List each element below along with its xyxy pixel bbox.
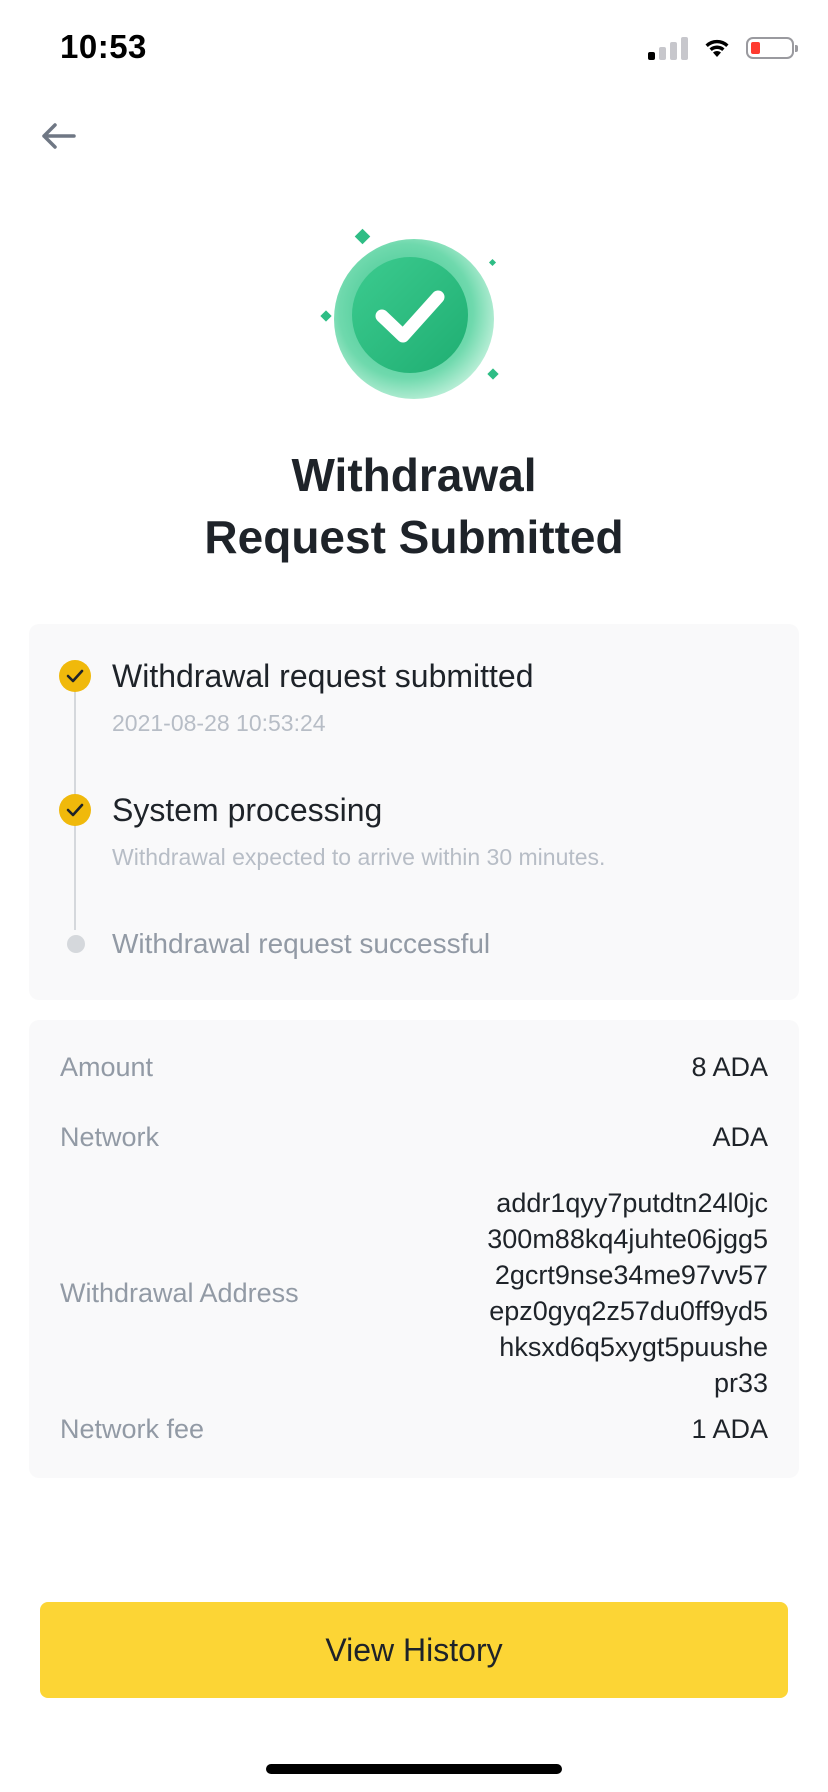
timeline-step-submitted: Withdrawal request submitted 2021-08-28 … xyxy=(112,656,779,737)
withdrawal-details: Amount 8 ADA Network ADA Withdrawal Addr… xyxy=(29,1020,799,1478)
step-timestamp: 2021-08-28 10:53:24 xyxy=(112,710,326,736)
status-bar: 10:53 xyxy=(0,0,828,100)
step-complete-icon xyxy=(59,660,91,692)
cellular-signal-icon xyxy=(648,36,688,60)
address-line: 300m88kq4juhte06jgg5 xyxy=(487,1224,768,1254)
timeline-step-processing: System processing Withdrawal expected to… xyxy=(112,790,779,871)
step-title: System processing xyxy=(112,792,383,828)
home-indicator[interactable] xyxy=(266,1764,562,1774)
address-value[interactable]: addr1qyy7putdtn24l0jc 300m88kq4juhte06jg… xyxy=(487,1185,768,1401)
view-history-button[interactable]: View History xyxy=(40,1602,788,1698)
detail-row-network: Network ADA xyxy=(60,1112,768,1162)
back-button[interactable] xyxy=(34,112,82,160)
success-check-icon xyxy=(320,228,499,399)
status-time: 10:53 xyxy=(60,28,147,65)
address-line: hksxd6q5xygt5puushe xyxy=(499,1332,768,1362)
step-complete-icon xyxy=(59,794,91,826)
address-label: Withdrawal Address xyxy=(60,1277,299,1308)
address-line: pr33 xyxy=(713,1368,768,1398)
timeline-step-successful: Withdrawal request successful xyxy=(112,924,779,964)
status-timeline: Withdrawal request submitted 2021-08-28 … xyxy=(29,624,799,1000)
fee-value: 1 ADA xyxy=(691,1413,768,1444)
step-subtitle: Withdrawal expected to arrive within 30 … xyxy=(112,844,606,870)
step-pending-icon xyxy=(67,935,85,953)
detail-row-fee: Network fee 1 ADA xyxy=(60,1404,768,1454)
step-title: Withdrawal request successful xyxy=(112,928,491,959)
address-line: 2gcrt9nse34me97vv57 xyxy=(494,1260,768,1290)
network-value: ADA xyxy=(712,1121,768,1152)
arrow-left-icon xyxy=(42,123,76,149)
title-line-2: Request Submitted xyxy=(204,511,624,563)
title-line-1: Withdrawal xyxy=(291,449,537,501)
address-line: epz0gyq2z57du0ff9yd5 xyxy=(489,1296,768,1326)
wifi-icon xyxy=(705,39,729,57)
fee-label: Network fee xyxy=(60,1413,205,1444)
battery-icon xyxy=(746,37,798,59)
step-title: Withdrawal request submitted xyxy=(112,658,534,694)
address-line: addr1qyy7putdtn24l0jc xyxy=(496,1188,768,1218)
success-illustration xyxy=(306,222,526,422)
amount-label: Amount xyxy=(60,1051,154,1082)
detail-row-amount: Amount 8 ADA xyxy=(60,1042,768,1092)
network-label: Network xyxy=(60,1121,160,1152)
amount-value: 8 ADA xyxy=(691,1051,768,1082)
page-title: Withdrawal Request Submitted xyxy=(0,444,828,568)
status-icons xyxy=(648,36,798,60)
detail-row-address: Withdrawal Address addr1qyy7putdtn24l0jc… xyxy=(60,1180,768,1406)
